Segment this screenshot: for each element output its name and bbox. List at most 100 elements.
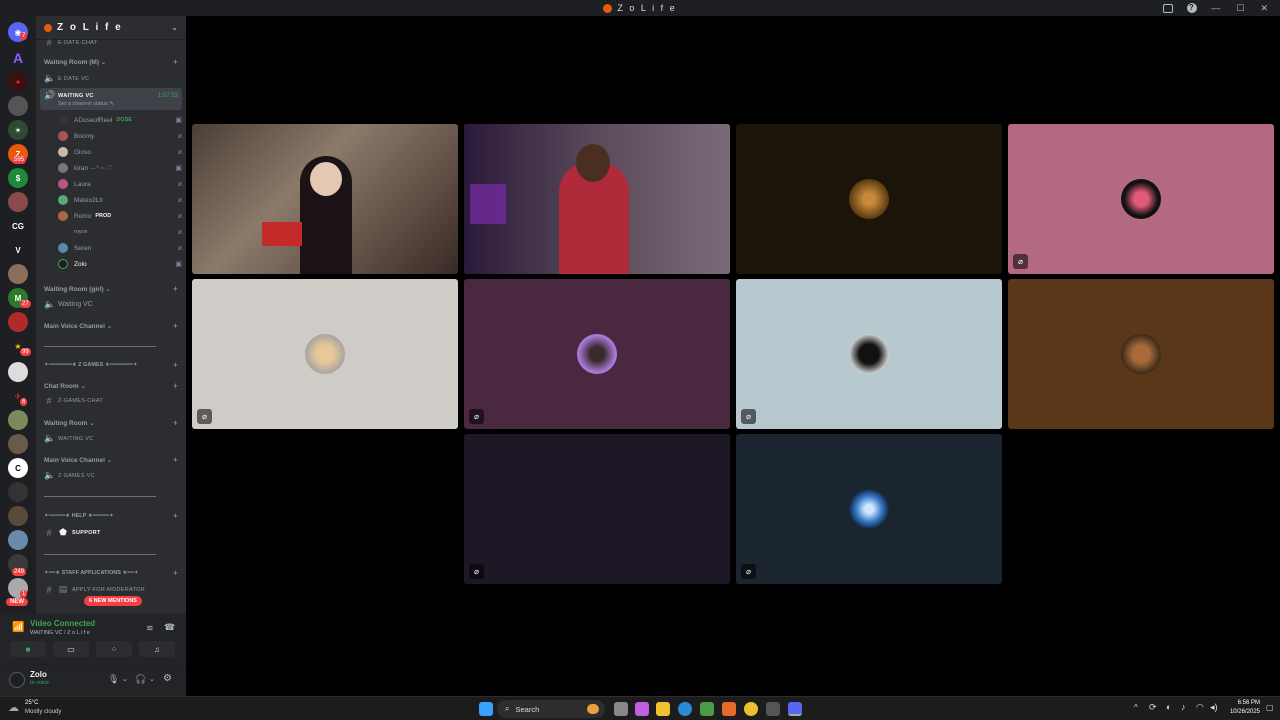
- screen-share-button[interactable]: ▭: [53, 641, 89, 657]
- category-chat-room[interactable]: Chat Room ⌄ +: [36, 381, 186, 391]
- voice-member[interactable]: Laura ⌀: [58, 179, 182, 189]
- noise-suppression-icon[interactable]: ≋: [146, 623, 154, 634]
- chevron-down-icon[interactable]: ⌄: [149, 675, 155, 683]
- server-icon-photo-2[interactable]: [8, 192, 28, 212]
- channel-e-date-chat[interactable]: # E-DATE-CHAT: [36, 38, 186, 48]
- voice-member[interactable]: Seren ⌀: [58, 243, 182, 253]
- edge-icon[interactable]: [678, 702, 692, 716]
- microphone-icon[interactable]: 🎙: [108, 674, 119, 685]
- channel-waiting-vc-girl[interactable]: 🔈 Waiting VC: [36, 299, 186, 310]
- channel-z-games-chat[interactable]: # Z-GAMES-CHAT: [36, 396, 186, 406]
- category-help[interactable]: ✦━━━━━★ HELP ★━━━━━✦ +: [36, 511, 186, 521]
- tile-dark-purple[interactable]: ⌀: [464, 434, 730, 584]
- settings-gear-icon[interactable]: ⚙: [163, 673, 172, 684]
- server-icon-photo-4[interactable]: [8, 312, 28, 332]
- category-waiting-room[interactable]: Waiting Room ⌄ +: [36, 418, 186, 428]
- category-main-voice-2[interactable]: Main Voice Channel ⌄ +: [36, 455, 186, 465]
- channel-z-games-vc[interactable]: 🔈 Z GAMES VC: [36, 470, 186, 481]
- new-servers-pill[interactable]: NEW: [6, 598, 28, 606]
- taskbar-search[interactable]: ⌕ Search: [497, 700, 605, 718]
- server-icon-photo-7[interactable]: [8, 434, 28, 454]
- clock-time[interactable]: 6:56 PM: [1226, 700, 1260, 706]
- volume-icon[interactable]: ◂): [1210, 702, 1218, 713]
- voice-member[interactable]: royce ⌀: [58, 227, 182, 237]
- server-header[interactable]: Z o L i f e ⌄: [36, 16, 186, 40]
- add-channel-icon[interactable]: +: [173, 511, 178, 521]
- chrome-icon[interactable]: [744, 702, 758, 716]
- category-z-games[interactable]: ✦━━━━━━━★ Z GAMES ★━━━━━━━✦ +: [36, 360, 186, 370]
- store-icon[interactable]: [700, 702, 714, 716]
- add-channel-icon[interactable]: +: [173, 321, 178, 331]
- clock-date[interactable]: 10/26/2025: [1226, 709, 1260, 715]
- channel-apply-for-moderator[interactable]: # ▤ APPLY-FOR-MODERATOR: [36, 584, 186, 595]
- tile-brown[interactable]: [1008, 279, 1274, 429]
- voice-member[interactable]: Mateo2Lit ⌀: [58, 195, 182, 205]
- minimize-button[interactable]: —: [1211, 3, 1222, 13]
- soundboard-button[interactable]: ♫: [139, 641, 175, 657]
- add-channel-icon[interactable]: +: [173, 57, 178, 67]
- discord-icon[interactable]: [788, 702, 802, 716]
- tile-blue[interactable]: ⌀: [736, 434, 1002, 584]
- channel-status[interactable]: Set a channel status ✎: [36, 101, 186, 107]
- server-icon-photo-5[interactable]: [8, 362, 28, 382]
- tray-mic-icon[interactable]: ♪: [1181, 702, 1186, 712]
- chevron-down-icon[interactable]: ⌄: [122, 675, 128, 683]
- weather-icon[interactable]: ☁: [8, 701, 19, 714]
- new-mentions-pill[interactable]: 6 NEW MENTIONS: [84, 596, 142, 606]
- user-avatar[interactable]: [9, 672, 25, 688]
- server-icon-a[interactable]: A: [8, 48, 28, 68]
- tile-purple[interactable]: ⌀: [464, 279, 730, 429]
- tray-chevron-icon[interactable]: ^: [1134, 703, 1138, 712]
- server-icon-photo-8[interactable]: [8, 482, 28, 502]
- server-icon-photo-9[interactable]: [8, 506, 28, 526]
- voice-member[interactable]: Boomy ⌀: [58, 131, 182, 141]
- activities-button[interactable]: ⁘: [96, 641, 132, 657]
- category-waiting-girl[interactable]: Waiting Room (girl) ⌄ +: [36, 284, 186, 294]
- server-icon-photo-6[interactable]: [8, 410, 28, 430]
- copilot-icon[interactable]: [635, 702, 649, 716]
- add-channel-icon[interactable]: +: [173, 455, 178, 465]
- video-tile-2-speaking[interactable]: [464, 124, 730, 274]
- server-icon-cg[interactable]: CG: [8, 216, 28, 236]
- notifications-icon[interactable]: ▢: [1266, 703, 1274, 712]
- video-tile-1[interactable]: [192, 124, 458, 274]
- app-a-icon[interactable]: [722, 702, 736, 716]
- camera-button[interactable]: ■: [10, 641, 46, 657]
- tile-mask[interactable]: ⌀: [736, 279, 1002, 429]
- add-channel-icon[interactable]: +: [173, 284, 178, 294]
- capcut-icon[interactable]: [766, 702, 780, 716]
- server-icon-photo-3[interactable]: [8, 264, 28, 284]
- close-button[interactable]: ✕: [1260, 3, 1270, 14]
- voice-member[interactable]: ADoseofReel DOSE ▣: [58, 115, 182, 125]
- add-channel-icon[interactable]: +: [173, 381, 178, 391]
- add-channel-icon[interactable]: +: [173, 568, 178, 578]
- help-icon[interactable]: ?: [1187, 3, 1198, 13]
- category-staff-applications[interactable]: ✦━━★ STAFF APPLICATIONS ★━━✦ +: [36, 568, 186, 578]
- wifi-icon[interactable]: ◠: [1196, 702, 1204, 713]
- channel-support[interactable]: # ⬟ SUPPORT: [36, 527, 186, 538]
- tray-sync-icon[interactable]: ⟳: [1149, 702, 1157, 713]
- channel-waiting-vc-active[interactable]: 🔊 WAITING VC 1:67:53: [36, 90, 186, 101]
- server-icon-red[interactable]: ✦: [8, 72, 28, 92]
- server-icon-photo-10[interactable]: [8, 530, 28, 550]
- voice-location[interactable]: WAITING VC / Z o L i f e: [30, 630, 90, 636]
- tile-lion[interactable]: [736, 124, 1002, 274]
- server-icon-green[interactable]: ✶: [8, 120, 28, 140]
- start-windows-icon[interactable]: [479, 702, 493, 716]
- add-channel-icon[interactable]: +: [173, 418, 178, 428]
- channel-e-date-vc[interactable]: 🔈 E DATE VC: [36, 73, 186, 84]
- tile-dog[interactable]: ⌀: [192, 279, 458, 429]
- voice-status[interactable]: Video Connected: [30, 619, 95, 628]
- server-icon-usd[interactable]: $: [8, 168, 28, 188]
- server-icon-c[interactable]: C: [8, 458, 28, 478]
- tile-pink[interactable]: ⌀: [1008, 124, 1274, 274]
- server-icon-photo-1[interactable]: [8, 96, 28, 116]
- voice-member[interactable]: Gloso ⌀: [58, 147, 182, 157]
- channel-waiting-vc-2[interactable]: 🔈 WAITING VC: [36, 433, 186, 444]
- tray-app-icon[interactable]: ◐: [1166, 702, 1171, 712]
- inbox-icon[interactable]: [1163, 3, 1174, 13]
- headphones-icon[interactable]: 🎧: [135, 674, 146, 685]
- category-main-voice-1[interactable]: Main Voice Channel ⌄ +: [36, 321, 186, 331]
- voice-member[interactable]: Romo PROD ⌀: [58, 211, 182, 221]
- category-waiting-m[interactable]: Waiting Room (M) ⌄ +: [36, 57, 186, 67]
